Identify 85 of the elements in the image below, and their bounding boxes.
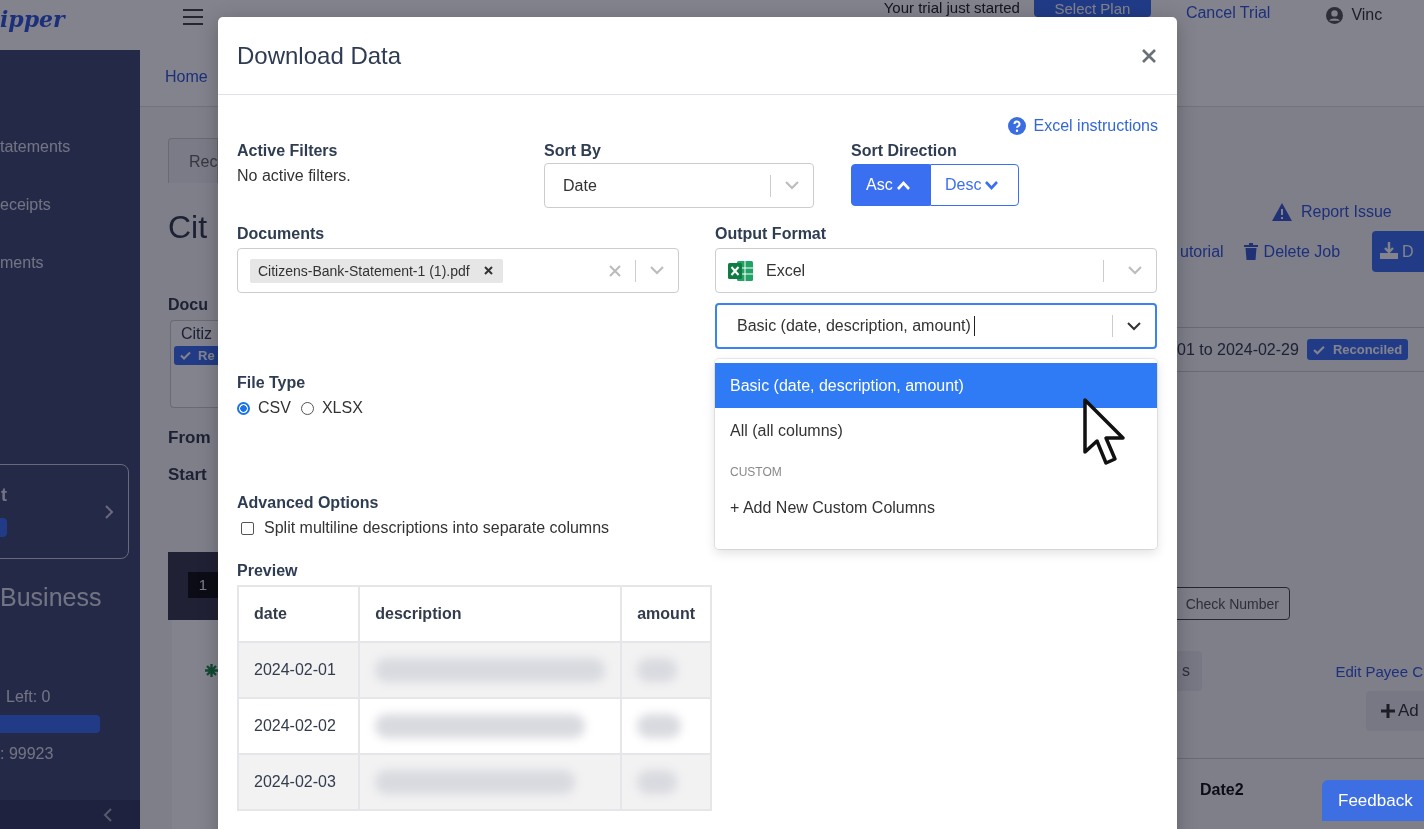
badge-text: Re (198, 348, 215, 363)
menu-option[interactable]: Basic (date, description, amount) (715, 363, 1157, 408)
field-label: File Type (237, 373, 307, 393)
table-cell: 2024-02-03 (238, 754, 360, 810)
trial-text: Your trial just started (883, 0, 1020, 16)
column-header: date (238, 586, 360, 642)
menu-icon[interactable] (181, 8, 204, 26)
chevron-down-icon (985, 180, 999, 190)
plan-card[interactable]: t (0, 464, 129, 559)
documents-select[interactable]: Citizens-Bank-Statement-1 (1).pdf (237, 248, 679, 293)
sort-direction-button[interactable]: Desc (930, 164, 1019, 206)
edit-payee-link[interactable]: Edit Payee C (1335, 662, 1423, 680)
warning-icon (1272, 203, 1292, 221)
page-number: 1 (188, 572, 218, 598)
tutorial-link[interactable]: utorial (1180, 242, 1224, 261)
user-icon (1326, 7, 1344, 24)
tab[interactable]: Rec (168, 138, 218, 183)
dialog-title: Download Data (237, 41, 402, 70)
field-label: From (168, 428, 212, 448)
user-name[interactable]: Vinc (1351, 6, 1383, 24)
cancel-trial-link[interactable]: Cancel Trial (1185, 4, 1271, 22)
field-label: Sort By (544, 141, 602, 161)
business-text: Business (0, 583, 103, 612)
breadcrumb-link[interactable]: Home (165, 68, 208, 86)
chip-text: Citizens-Bank-Statement-1 (1).pdf (258, 262, 470, 279)
badge-text: Reconciled (1332, 342, 1403, 357)
radio-button[interactable] (237, 401, 250, 415)
trash-icon (1243, 243, 1258, 260)
page-title: Cit (168, 209, 209, 246)
add-button[interactable]: Ad (1366, 691, 1424, 731)
checkbox[interactable] (241, 521, 254, 535)
download-icon (1380, 242, 1398, 259)
menu-option[interactable]: + Add New Custom Columns (715, 487, 1157, 529)
field-label: Active Filters (237, 141, 339, 161)
logo-text: ipper (0, 6, 65, 32)
feedback-button[interactable]: Feedback (1322, 780, 1424, 821)
table-cell: 2024-02-01 (238, 642, 360, 698)
remove-icon[interactable] (483, 266, 493, 275)
credits-text: : 99923 (0, 745, 55, 763)
delete-job-link[interactable]: Delete Job (1263, 242, 1341, 261)
pages-left-text: Left: 0 (6, 688, 52, 706)
sidebar-item[interactable]: ments (0, 234, 140, 292)
blurred-text (637, 714, 682, 738)
chevron-up-icon (896, 180, 910, 190)
card-title: t (1, 485, 7, 506)
chevron-down-icon (1128, 266, 1142, 275)
filters-text: No active filters. (237, 167, 352, 185)
chevron-down-icon (785, 181, 799, 190)
blurred-text (637, 770, 678, 794)
spreadsheet-icon (728, 258, 754, 283)
field-label: Docu (168, 296, 209, 314)
help-icon (1007, 117, 1026, 135)
field-label: Preview (237, 561, 299, 581)
columns-select[interactable]: Basic (date, description, amount) (715, 303, 1157, 349)
radio-label: XLSX (321, 399, 363, 417)
excel-instructions-link[interactable]: Excel instructions (1033, 117, 1158, 135)
sort-direction-button[interactable]: Asc (851, 164, 930, 206)
document-name[interactable]: Citiz (181, 325, 213, 343)
radio-label: CSV (258, 399, 291, 417)
check-icon (180, 351, 191, 360)
chevron-down-icon (1127, 321, 1141, 331)
chevron-down-icon (650, 266, 664, 275)
field-label: Advanced Options (237, 493, 380, 513)
plus-icon (1381, 704, 1395, 718)
download-button[interactable]: D (1372, 231, 1424, 272)
field-label: Start (168, 465, 208, 485)
select-plan-button[interactable]: Select Plan (1033, 0, 1151, 17)
checkbox-label: Split multiline descriptions into separate columns (264, 519, 610, 537)
sidebar-item[interactable]: tatements (0, 118, 140, 176)
column-header: description (359, 586, 622, 642)
chevron-right-icon (104, 504, 114, 520)
sidebar-item[interactable]: eceipts (0, 176, 140, 234)
close-icon[interactable] (1142, 48, 1156, 63)
report-issue-link[interactable]: Report Issue (1301, 203, 1392, 221)
menu-option[interactable]: All (all columns) (715, 408, 1157, 453)
field-label: Output Format (715, 224, 828, 244)
group-heading: CUSTOM (729, 464, 783, 481)
sort-by-select[interactable]: Date (544, 163, 814, 208)
blurred-text (637, 658, 678, 682)
field-label: Sort Direction (851, 141, 958, 161)
check-icon (1312, 344, 1325, 355)
date-range-text: 01 to 2024-02-29 (1177, 340, 1299, 359)
emblem-icon (205, 664, 218, 677)
output-format-select[interactable]: Excel (715, 248, 1157, 293)
field-label: Documents (237, 224, 326, 244)
